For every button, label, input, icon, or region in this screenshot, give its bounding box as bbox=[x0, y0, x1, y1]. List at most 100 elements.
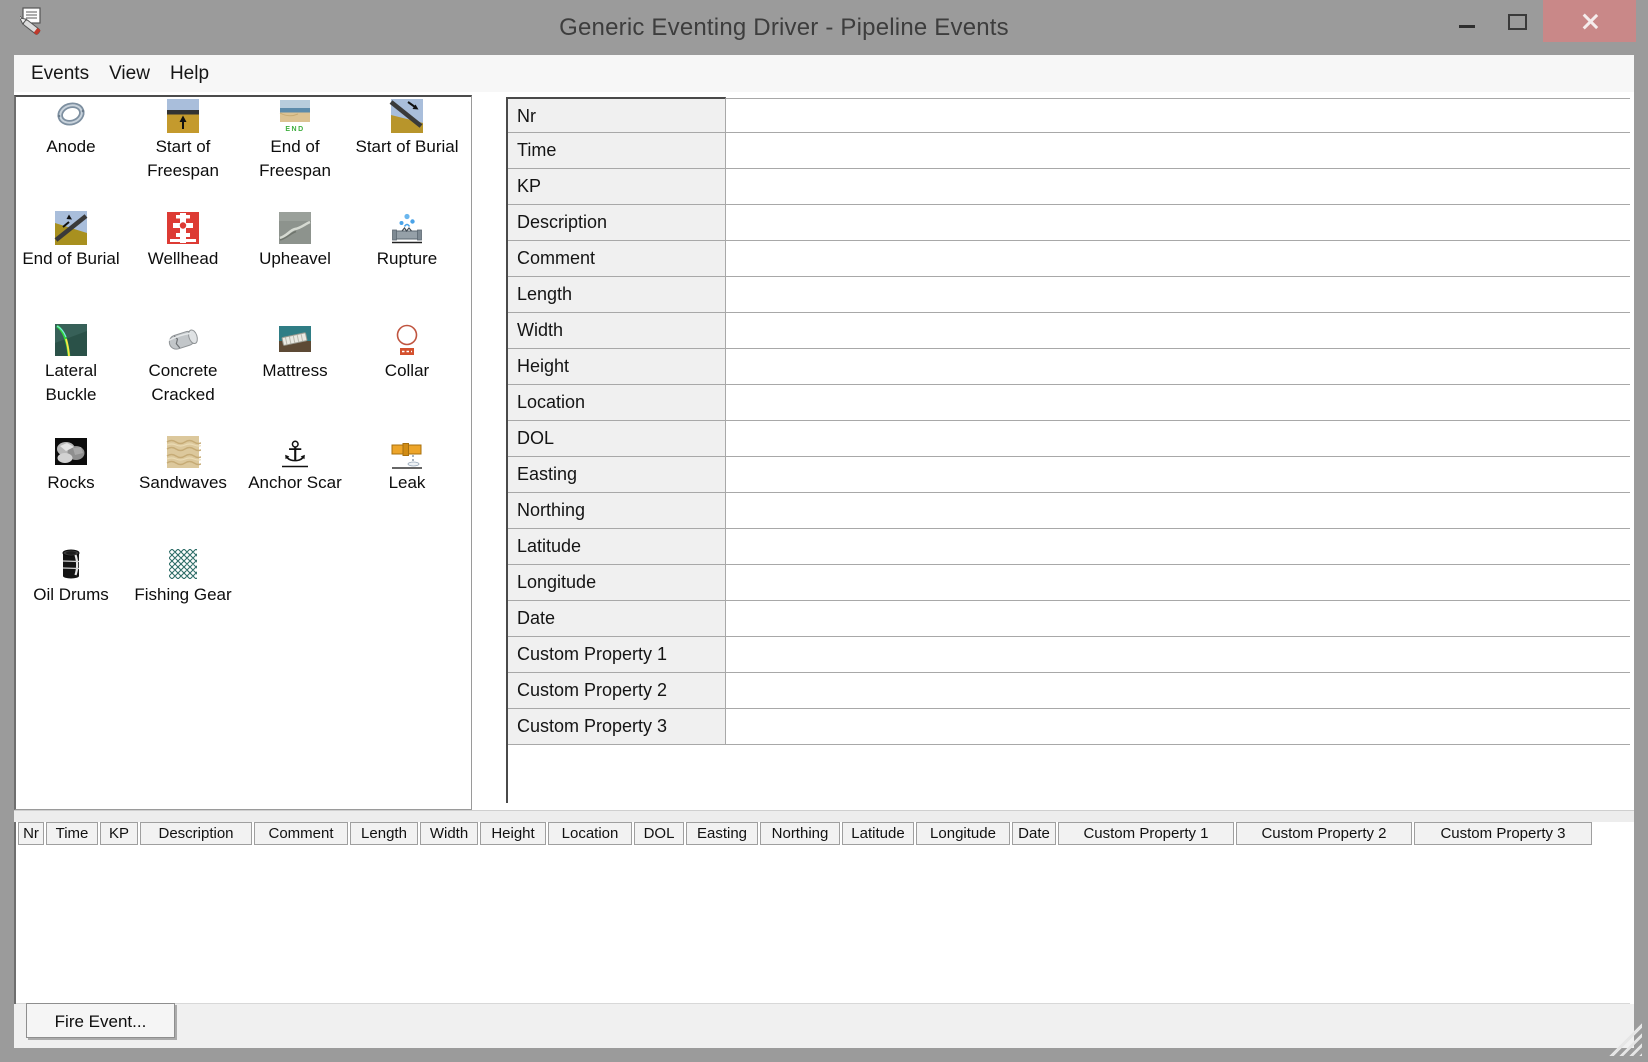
property-value-latitude[interactable] bbox=[726, 529, 1630, 565]
column-header-northing[interactable]: Northing bbox=[760, 822, 840, 845]
event-type-leak[interactable]: Leak bbox=[355, 434, 459, 546]
column-header-date[interactable]: Date bbox=[1012, 822, 1056, 845]
event-type-start-of-freespan[interactable]: Start of Freespan bbox=[131, 98, 235, 210]
lateral-buckle-icon bbox=[53, 322, 89, 358]
property-value-longitude[interactable] bbox=[726, 565, 1630, 601]
property-value-northing[interactable] bbox=[726, 493, 1630, 529]
column-header-kp[interactable]: KP bbox=[100, 822, 138, 845]
client-area: EventsViewHelp Anode Start of Freespan E… bbox=[14, 55, 1634, 1048]
property-value-nr[interactable] bbox=[726, 98, 1630, 133]
column-header-width[interactable]: Width bbox=[420, 822, 478, 845]
close-icon bbox=[1582, 13, 1598, 29]
event-type-label: Leak bbox=[355, 471, 459, 495]
event-type-wellhead[interactable]: Wellhead bbox=[131, 210, 235, 322]
property-value-location[interactable] bbox=[726, 385, 1630, 421]
concrete-cracked-icon bbox=[165, 322, 201, 358]
property-row-easting: Easting bbox=[508, 457, 1630, 493]
menubar: EventsViewHelp bbox=[14, 55, 1634, 92]
event-type-label: Collar bbox=[355, 359, 459, 383]
menu-help[interactable]: Help bbox=[160, 55, 219, 92]
column-header-nr[interactable]: Nr bbox=[18, 822, 44, 845]
event-table-body bbox=[16, 846, 1630, 1004]
property-row-time: Time bbox=[508, 133, 1630, 169]
svg-text:⚓: ⚓ bbox=[282, 435, 307, 468]
property-label: Comment bbox=[508, 241, 726, 277]
event-type-end-of-freespan[interactable]: END End of Freespan bbox=[243, 98, 347, 210]
rupture-icon bbox=[389, 210, 425, 246]
event-type-mattress[interactable]: Mattress bbox=[243, 322, 347, 434]
property-label: Length bbox=[508, 277, 726, 313]
bottom-bar: Fire Event... bbox=[14, 1004, 1634, 1048]
property-value-custom-property-3[interactable] bbox=[726, 709, 1630, 745]
column-header-comment[interactable]: Comment bbox=[254, 822, 348, 845]
event-type-sandwaves[interactable]: Sandwaves bbox=[131, 434, 235, 546]
property-value-comment[interactable] bbox=[726, 241, 1630, 277]
event-property-grid: NrTimeKPDescriptionCommentLengthWidthHei… bbox=[506, 97, 1630, 803]
column-header-dol[interactable]: DOL bbox=[634, 822, 684, 845]
column-header-easting[interactable]: Easting bbox=[686, 822, 758, 845]
event-type-upheavel[interactable]: Upheavel bbox=[243, 210, 347, 322]
close-button[interactable] bbox=[1543, 0, 1636, 42]
minimize-button[interactable] bbox=[1450, 0, 1496, 42]
property-value-easting[interactable] bbox=[726, 457, 1630, 493]
column-header-location[interactable]: Location bbox=[548, 822, 632, 845]
property-row-length: Length bbox=[508, 277, 1630, 313]
section-divider bbox=[14, 810, 1634, 822]
event-type-label: Start of Freespan bbox=[131, 135, 235, 183]
property-label: Description bbox=[508, 205, 726, 241]
event-type-anchor-scar[interactable]: ⚓ Anchor Scar bbox=[243, 434, 347, 546]
column-header-height[interactable]: Height bbox=[480, 822, 546, 845]
event-type-label: Rupture bbox=[355, 247, 459, 271]
event-type-concrete-cracked[interactable]: Concrete Cracked bbox=[131, 322, 235, 434]
property-row-nr: Nr bbox=[508, 97, 1630, 133]
event-type-anode[interactable]: Anode bbox=[19, 98, 123, 210]
property-value-date[interactable] bbox=[726, 601, 1630, 637]
property-label: Width bbox=[508, 313, 726, 349]
column-header-length[interactable]: Length bbox=[350, 822, 418, 845]
property-value-width[interactable] bbox=[726, 313, 1630, 349]
event-type-label: End of Burial bbox=[19, 247, 123, 271]
event-type-fishing-gear[interactable]: Fishing Gear bbox=[131, 546, 235, 658]
event-type-rupture[interactable]: Rupture bbox=[355, 210, 459, 322]
property-value-height[interactable] bbox=[726, 349, 1630, 385]
event-type-oil-drums[interactable]: Oil Drums bbox=[19, 546, 123, 658]
column-header-custom-property-3[interactable]: Custom Property 3 bbox=[1414, 822, 1592, 845]
menu-view[interactable]: View bbox=[99, 55, 160, 92]
sandwaves-icon bbox=[165, 434, 201, 470]
column-header-longitude[interactable]: Longitude bbox=[916, 822, 1010, 845]
svg-text:END: END bbox=[285, 126, 304, 133]
property-row-custom-property-3: Custom Property 3 bbox=[508, 709, 1630, 745]
event-type-rocks[interactable]: Rocks bbox=[19, 434, 123, 546]
window-title: Generic Eventing Driver - Pipeline Event… bbox=[0, 0, 1648, 55]
event-type-collar[interactable]: Collar bbox=[355, 322, 459, 434]
end-of-freespan-icon: END bbox=[277, 98, 313, 134]
property-value-dol[interactable] bbox=[726, 421, 1630, 457]
start-of-freespan-icon bbox=[165, 98, 201, 134]
event-type-start-of-burial[interactable]: Start of Burial bbox=[355, 98, 459, 210]
event-type-lateral-buckle[interactable]: Lateral Buckle bbox=[19, 322, 123, 434]
anchor-scar-icon: ⚓ bbox=[277, 434, 313, 470]
property-value-kp[interactable] bbox=[726, 169, 1630, 205]
property-row-custom-property-1: Custom Property 1 bbox=[508, 637, 1630, 673]
column-header-latitude[interactable]: Latitude bbox=[842, 822, 914, 845]
column-header-custom-property-2[interactable]: Custom Property 2 bbox=[1236, 822, 1412, 845]
maximize-button[interactable] bbox=[1498, 0, 1540, 42]
property-label: Latitude bbox=[508, 529, 726, 565]
column-header-time[interactable]: Time bbox=[46, 822, 98, 845]
event-type-label: Wellhead bbox=[131, 247, 235, 271]
property-value-description[interactable] bbox=[726, 205, 1630, 241]
property-label: KP bbox=[508, 169, 726, 205]
property-value-custom-property-1[interactable] bbox=[726, 637, 1630, 673]
event-type-label: End of Freespan bbox=[243, 135, 347, 183]
property-label: Custom Property 1 bbox=[508, 637, 726, 673]
rocks-icon bbox=[53, 434, 89, 470]
property-row-dol: DOL bbox=[508, 421, 1630, 457]
property-value-custom-property-2[interactable] bbox=[726, 673, 1630, 709]
menu-events[interactable]: Events bbox=[21, 55, 99, 92]
property-value-length[interactable] bbox=[726, 277, 1630, 313]
fire-event-button[interactable]: Fire Event... bbox=[26, 1003, 175, 1038]
event-type-end-of-burial[interactable]: End of Burial bbox=[19, 210, 123, 322]
property-value-time[interactable] bbox=[726, 133, 1630, 169]
column-header-custom-property-1[interactable]: Custom Property 1 bbox=[1058, 822, 1234, 845]
column-header-description[interactable]: Description bbox=[140, 822, 252, 845]
